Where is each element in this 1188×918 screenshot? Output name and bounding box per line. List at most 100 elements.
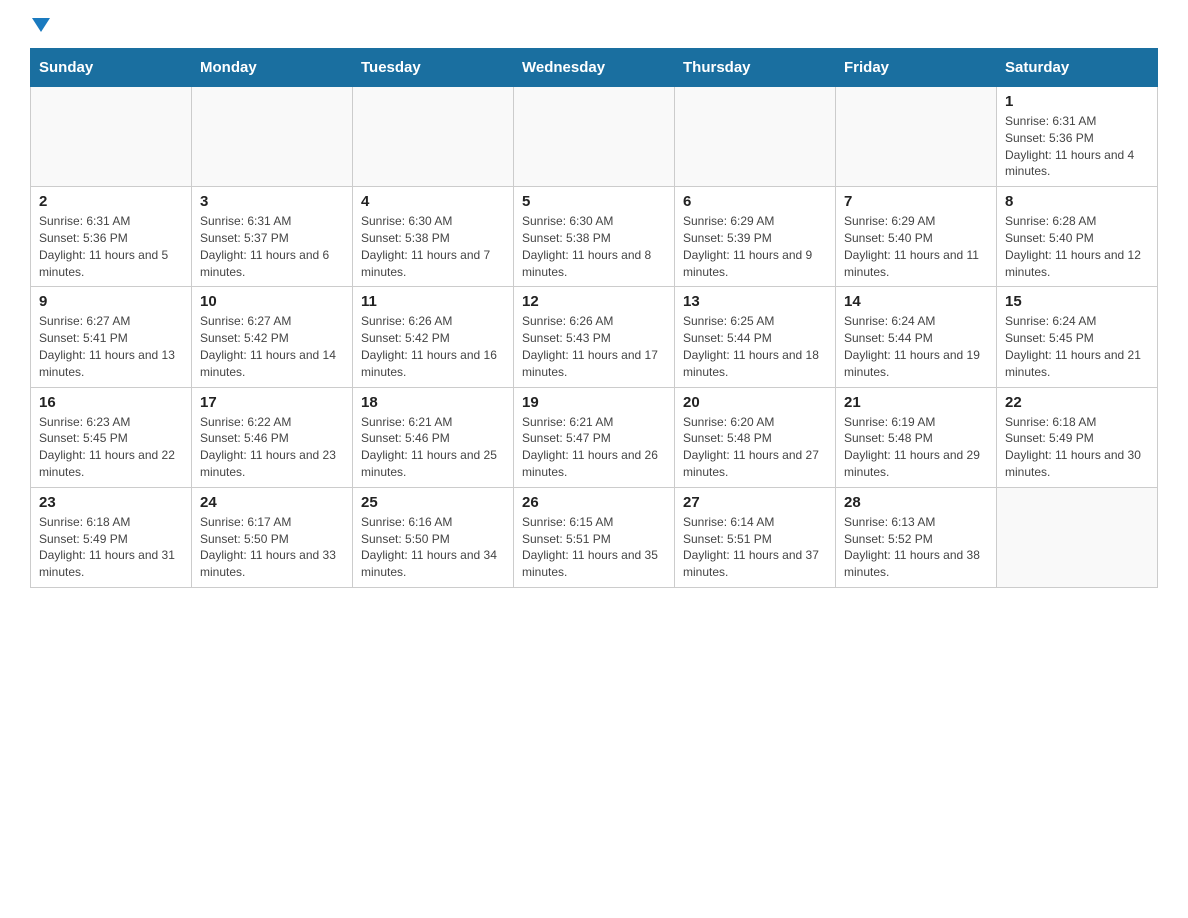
calendar-week-row: 1Sunrise: 6:31 AMSunset: 5:36 PMDaylight… [31, 87, 1158, 187]
calendar-cell: 27 Sunrise: 6:14 AMSunset: 5:51 PMDayligh… [675, 487, 836, 587]
day-number: 18 [361, 394, 505, 411]
day-info: Sunrise: 6:16 AMSunset: 5:50 PMDaylight:… [361, 514, 505, 581]
calendar-cell: 8 Sunrise: 6:28 AMSunset: 5:40 PMDaylight… [997, 187, 1158, 287]
header-saturday: Saturday [997, 49, 1158, 87]
calendar-cell: 7 Sunrise: 6:29 AMSunset: 5:40 PMDaylight… [836, 187, 997, 287]
day-number: 20 [683, 394, 827, 411]
calendar-cell: 19 Sunrise: 6:21 AMSunset: 5:47 PMDayligh… [514, 387, 675, 487]
calendar-cell: 2 Sunrise: 6:31 AMSunset: 5:36 PMDaylight… [31, 187, 192, 287]
calendar-cell: 20 Sunrise: 6:20 AMSunset: 5:48 PMDayligh… [675, 387, 836, 487]
day-number: 13 [683, 293, 827, 310]
day-info: Sunrise: 6:18 AMSunset: 5:49 PMDaylight:… [39, 514, 183, 581]
day-info: Sunrise: 6:31 AMSunset: 5:36 PMDaylight:… [39, 213, 183, 280]
day-info: Sunrise: 6:19 AMSunset: 5:48 PMDaylight:… [844, 414, 988, 481]
header-sunday: Sunday [31, 49, 192, 87]
calendar-cell: 6 Sunrise: 6:29 AMSunset: 5:39 PMDaylight… [675, 187, 836, 287]
calendar-cell: 28Sunrise: 6:13 AMSunset: 5:52 PMDayligh… [836, 487, 997, 587]
day-number: 26 [522, 494, 666, 511]
day-number: 14 [844, 293, 988, 310]
calendar-cell: 13Sunrise: 6:25 AMSunset: 5:44 PMDayligh… [675, 287, 836, 387]
calendar-cell: 18 Sunrise: 6:21 AMSunset: 5:46 PMDayligh… [353, 387, 514, 487]
day-number: 15 [1005, 293, 1149, 310]
calendar-week-row: 23 Sunrise: 6:18 AMSunset: 5:49 PMDayligh… [31, 487, 1158, 587]
calendar-cell: 16Sunrise: 6:23 AMSunset: 5:45 PMDayligh… [31, 387, 192, 487]
day-number: 11 [361, 293, 505, 310]
calendar-cell: 9 Sunrise: 6:27 AMSunset: 5:41 PMDaylight… [31, 287, 192, 387]
day-number: 7 [844, 193, 988, 210]
day-info: Sunrise: 6:30 AMSunset: 5:38 PMDaylight:… [361, 213, 505, 280]
day-info: Sunrise: 6:31 AMSunset: 5:37 PMDaylight:… [200, 213, 344, 280]
calendar-header-row: Sunday Monday Tuesday Wednesday Thursday… [31, 49, 1158, 87]
calendar-cell: 4 Sunrise: 6:30 AMSunset: 5:38 PMDaylight… [353, 187, 514, 287]
day-info: Sunrise: 6:31 AMSunset: 5:36 PMDaylight:… [1005, 113, 1149, 180]
calendar-cell [353, 87, 514, 187]
day-info: Sunrise: 6:27 AMSunset: 5:42 PMDaylight:… [200, 313, 344, 380]
calendar-cell: 23 Sunrise: 6:18 AMSunset: 5:49 PMDayligh… [31, 487, 192, 587]
day-info: Sunrise: 6:30 AMSunset: 5:38 PMDaylight:… [522, 213, 666, 280]
logo-triangle [32, 18, 50, 32]
calendar-cell: 11 Sunrise: 6:26 AMSunset: 5:42 PMDayligh… [353, 287, 514, 387]
header [30, 20, 1158, 28]
day-info: Sunrise: 6:20 AMSunset: 5:48 PMDaylight:… [683, 414, 827, 481]
day-number: 4 [361, 193, 505, 210]
calendar-cell: 22 Sunrise: 6:18 AMSunset: 5:49 PMDayligh… [997, 387, 1158, 487]
calendar-cell: 17 Sunrise: 6:22 AMSunset: 5:46 PMDayligh… [192, 387, 353, 487]
calendar-cell: 24 Sunrise: 6:17 AMSunset: 5:50 PMDayligh… [192, 487, 353, 587]
day-number: 6 [683, 193, 827, 210]
day-info: Sunrise: 6:26 AMSunset: 5:42 PMDaylight:… [361, 313, 505, 380]
day-info: Sunrise: 6:29 AMSunset: 5:40 PMDaylight:… [844, 213, 988, 280]
day-number: 8 [1005, 193, 1149, 210]
day-info: Sunrise: 6:27 AMSunset: 5:41 PMDaylight:… [39, 313, 183, 380]
day-number: 23 [39, 494, 183, 511]
day-info: Sunrise: 6:14 AMSunset: 5:51 PMDaylight:… [683, 514, 827, 581]
header-monday: Monday [192, 49, 353, 87]
day-number: 5 [522, 193, 666, 210]
calendar-cell [31, 87, 192, 187]
calendar-cell [675, 87, 836, 187]
calendar-week-row: 16Sunrise: 6:23 AMSunset: 5:45 PMDayligh… [31, 387, 1158, 487]
day-number: 12 [522, 293, 666, 310]
day-info: Sunrise: 6:17 AMSunset: 5:50 PMDaylight:… [200, 514, 344, 581]
logo [30, 20, 50, 28]
calendar-cell: 15 Sunrise: 6:24 AMSunset: 5:45 PMDayligh… [997, 287, 1158, 387]
day-number: 9 [39, 293, 183, 310]
day-number: 24 [200, 494, 344, 511]
calendar-cell: 1Sunrise: 6:31 AMSunset: 5:36 PMDaylight… [997, 87, 1158, 187]
day-number: 17 [200, 394, 344, 411]
logo-text [30, 20, 50, 32]
calendar-cell: 26 Sunrise: 6:15 AMSunset: 5:51 PMDayligh… [514, 487, 675, 587]
header-thursday: Thursday [675, 49, 836, 87]
header-tuesday: Tuesday [353, 49, 514, 87]
day-info: Sunrise: 6:18 AMSunset: 5:49 PMDaylight:… [1005, 414, 1149, 481]
day-number: 21 [844, 394, 988, 411]
day-number: 27 [683, 494, 827, 511]
day-info: Sunrise: 6:13 AMSunset: 5:52 PMDaylight:… [844, 514, 988, 581]
day-number: 22 [1005, 394, 1149, 411]
day-number: 2 [39, 193, 183, 210]
calendar-cell [997, 487, 1158, 587]
day-number: 25 [361, 494, 505, 511]
calendar-cell: 21 Sunrise: 6:19 AMSunset: 5:48 PMDayligh… [836, 387, 997, 487]
day-number: 16 [39, 394, 183, 411]
day-info: Sunrise: 6:26 AMSunset: 5:43 PMDaylight:… [522, 313, 666, 380]
calendar-cell [192, 87, 353, 187]
header-friday: Friday [836, 49, 997, 87]
day-info: Sunrise: 6:21 AMSunset: 5:47 PMDaylight:… [522, 414, 666, 481]
calendar-cell: 12 Sunrise: 6:26 AMSunset: 5:43 PMDayligh… [514, 287, 675, 387]
calendar-cell [836, 87, 997, 187]
day-info: Sunrise: 6:15 AMSunset: 5:51 PMDaylight:… [522, 514, 666, 581]
calendar-cell [514, 87, 675, 187]
calendar-table: Sunday Monday Tuesday Wednesday Thursday… [30, 48, 1158, 588]
day-number: 10 [200, 293, 344, 310]
day-info: Sunrise: 6:24 AMSunset: 5:45 PMDaylight:… [1005, 313, 1149, 380]
day-info: Sunrise: 6:22 AMSunset: 5:46 PMDaylight:… [200, 414, 344, 481]
day-number: 19 [522, 394, 666, 411]
day-info: Sunrise: 6:21 AMSunset: 5:46 PMDaylight:… [361, 414, 505, 481]
calendar-cell: 5 Sunrise: 6:30 AMSunset: 5:38 PMDaylight… [514, 187, 675, 287]
day-info: Sunrise: 6:28 AMSunset: 5:40 PMDaylight:… [1005, 213, 1149, 280]
day-info: Sunrise: 6:24 AMSunset: 5:44 PMDaylight:… [844, 313, 988, 380]
calendar-cell: 3 Sunrise: 6:31 AMSunset: 5:37 PMDaylight… [192, 187, 353, 287]
day-number: 3 [200, 193, 344, 210]
day-info: Sunrise: 6:29 AMSunset: 5:39 PMDaylight:… [683, 213, 827, 280]
calendar-cell: 14 Sunrise: 6:24 AMSunset: 5:44 PMDayligh… [836, 287, 997, 387]
